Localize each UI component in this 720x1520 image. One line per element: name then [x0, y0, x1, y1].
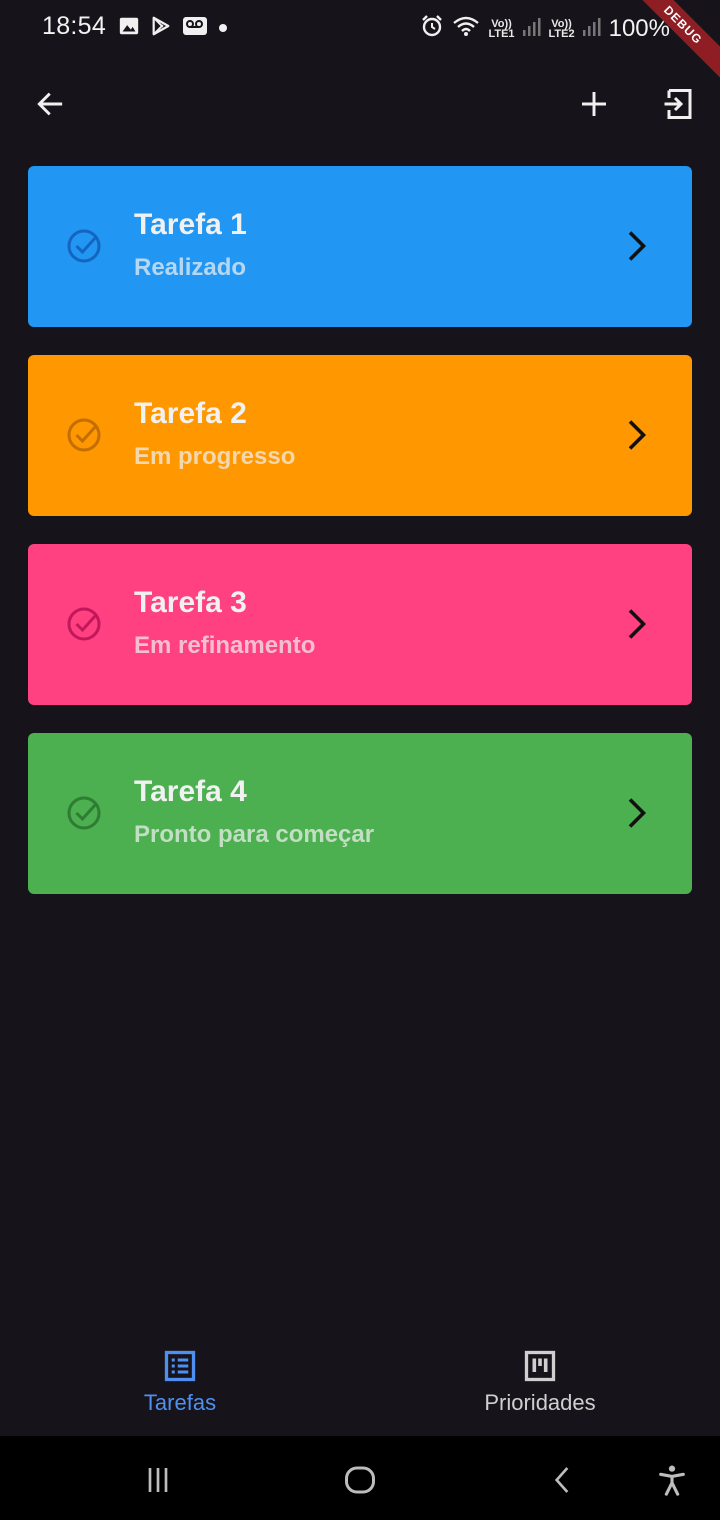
- home-icon: [345, 1466, 375, 1494]
- accessibility-button[interactable]: [652, 1460, 692, 1500]
- task-title: Tarefa 3: [134, 586, 247, 619]
- status-bar: 18:54 Vo)) LTE1 Vo)) LTE2 100% DEBUG: [0, 0, 720, 86]
- list-icon: [164, 1350, 196, 1382]
- check-circle-icon: [67, 229, 101, 263]
- task-card[interactable]: Tarefa 4 Pronto para começar: [28, 733, 692, 894]
- check-circle-icon: [67, 418, 101, 452]
- alarm-icon: [420, 14, 444, 43]
- signal-1-icon: [522, 16, 541, 41]
- arrow-left-icon: [37, 92, 63, 116]
- task-list: Tarefa 1 Realizado Tarefa 2 Em progresso…: [28, 166, 692, 922]
- plus-icon: [582, 92, 606, 116]
- system-nav-bar: [0, 1436, 720, 1520]
- logout-button[interactable]: [656, 82, 700, 126]
- check-circle-icon: [67, 796, 101, 830]
- home-button[interactable]: [340, 1460, 380, 1500]
- task-card[interactable]: Tarefa 3 Em refinamento: [28, 544, 692, 705]
- bottom-nav: Tarefas Prioridades: [0, 1330, 720, 1436]
- nav-item-prioridades[interactable]: Prioridades: [360, 1348, 720, 1416]
- signal-2-icon: [582, 16, 601, 41]
- nav-label: Tarefas: [143, 1390, 217, 1415]
- recents-button[interactable]: [138, 1460, 178, 1500]
- board-icon: [524, 1350, 556, 1382]
- logout-icon: [664, 89, 692, 119]
- sim2-indicator: Vo)) LTE2: [548, 17, 575, 40]
- task-card[interactable]: Tarefa 2 Em progresso: [28, 355, 692, 516]
- task-title: Tarefa 4: [134, 775, 247, 808]
- sim1-indicator: Vo)) LTE1: [488, 17, 515, 40]
- app-bar: [0, 66, 720, 142]
- chevron-right-icon: [628, 798, 647, 828]
- back-button[interactable]: [28, 82, 72, 126]
- task-title: Tarefa 1: [134, 208, 247, 241]
- accessibility-icon: [659, 1465, 685, 1496]
- chevron-right-icon: [628, 231, 647, 261]
- status-time: 18:54: [42, 12, 107, 40]
- voicemail-icon: [182, 15, 208, 42]
- task-status: Em progresso: [134, 443, 296, 470]
- play-store-icon: [150, 15, 172, 42]
- app-screen: 18:54 Vo)) LTE1 Vo)) LTE2 100% DEBUG Tar…: [0, 0, 720, 1520]
- gallery-icon: [118, 15, 140, 42]
- check-circle-icon: [67, 607, 101, 641]
- wifi-icon: [452, 15, 480, 42]
- nav-label: Prioridades: [484, 1390, 596, 1415]
- back-icon: [554, 1467, 569, 1493]
- task-status: Pronto para começar: [134, 821, 375, 848]
- recents-icon: [148, 1468, 168, 1492]
- system-back-button[interactable]: [542, 1460, 582, 1500]
- task-status: Realizado: [134, 254, 247, 281]
- notification-dot-icon: [218, 20, 228, 38]
- nav-item-tarefas[interactable]: Tarefas: [0, 1348, 360, 1416]
- task-title: Tarefa 2: [134, 397, 247, 430]
- chevron-right-icon: [628, 609, 647, 639]
- chevron-right-icon: [628, 420, 647, 450]
- add-task-button[interactable]: [572, 82, 616, 126]
- task-card[interactable]: Tarefa 1 Realizado: [28, 166, 692, 327]
- task-status: Em refinamento: [134, 632, 316, 659]
